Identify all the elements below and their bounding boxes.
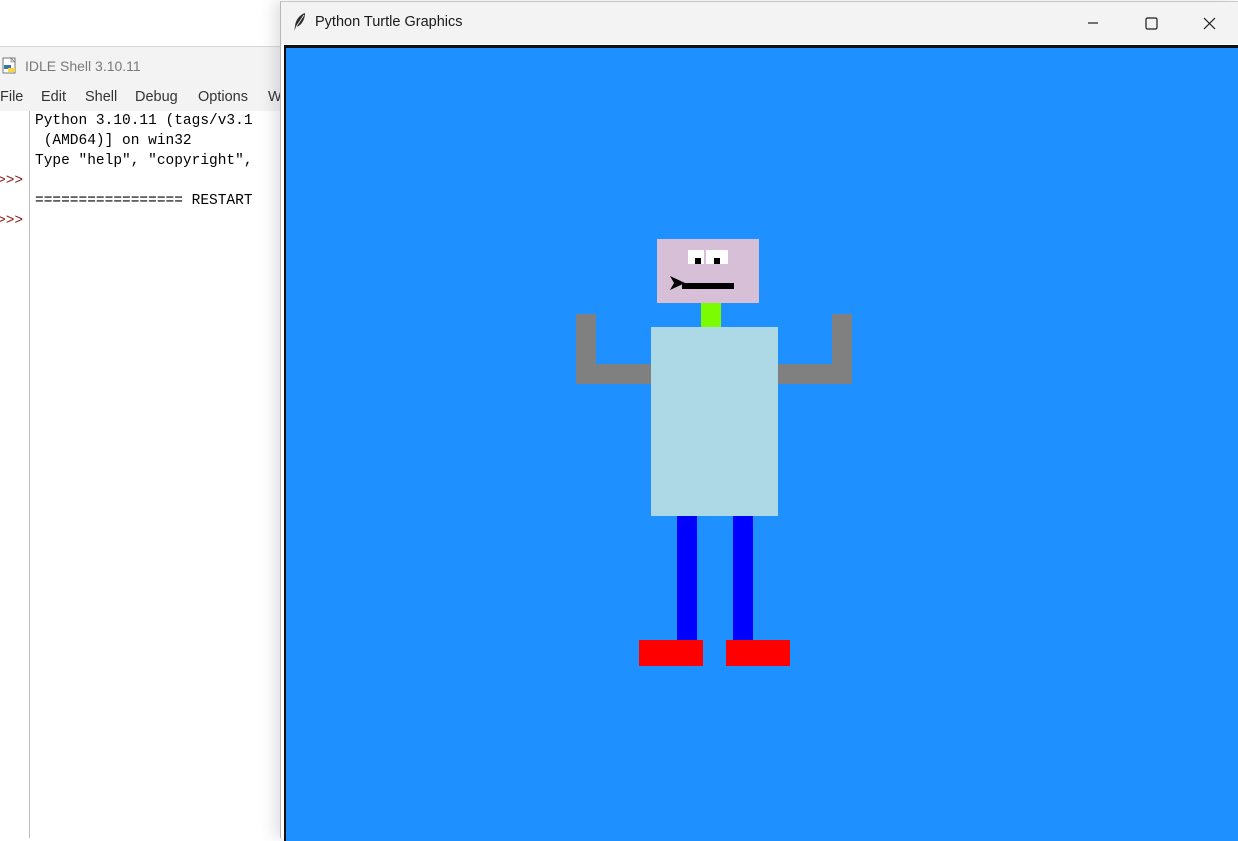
shell-prompt: >>> [0, 213, 24, 229]
menu-file[interactable]: File [0, 89, 23, 105]
robot-right-arm-lower [776, 364, 852, 384]
robot-left-foot [639, 640, 703, 666]
robot-left-arm-lower [576, 364, 653, 384]
robot-right-leg [733, 516, 753, 642]
shell-restart-line: ================= RESTART [35, 193, 253, 209]
prompt-gutter: >>> >>> [0, 111, 30, 838]
python-file-icon [2, 57, 16, 74]
shell-text-area[interactable]: >>> >>> Python 3.10.11 (tags/v3.1 (AMD64… [0, 111, 290, 838]
idle-titlebar[interactable]: IDLE Shell 3.10.11 [0, 47, 290, 85]
shell-prompt: >>> [0, 173, 24, 189]
robot-neck [701, 303, 721, 328]
robot-left-pupil [695, 258, 701, 264]
turtle-canvas[interactable] [284, 45, 1238, 841]
robot-right-pupil [714, 258, 720, 264]
menu-options[interactable]: Options [198, 89, 248, 105]
maximize-icon [1144, 16, 1158, 30]
robot-right-foot [726, 640, 790, 666]
idle-menubar: File Edit Shell Debug Options W [0, 85, 290, 111]
robot-head [657, 239, 759, 303]
menu-edit[interactable]: Edit [41, 89, 66, 105]
close-button[interactable] [1180, 2, 1238, 44]
minimize-icon [1088, 22, 1098, 24]
turtle-titlebar[interactable]: Python Turtle Graphics [281, 2, 1238, 44]
menu-shell[interactable]: Shell [85, 89, 117, 105]
turtle-cursor-shape [670, 276, 685, 290]
turtle-graphics-window: Python Turtle Graphics [280, 1, 1238, 841]
feather-icon [294, 13, 305, 31]
robot-left-leg [677, 516, 697, 642]
idle-window-title: IDLE Shell 3.10.11 [25, 58, 141, 74]
menu-debug[interactable]: Debug [135, 89, 178, 105]
idle-shell-window: IDLE Shell 3.10.11 File Edit Shell Debug… [0, 46, 290, 838]
close-icon [1203, 17, 1215, 29]
shell-output-line: Python 3.10.11 (tags/v3.1 [35, 113, 253, 129]
shell-output-line: Type "help", "copyright", [35, 153, 253, 169]
turtle-arrow-cursor-icon [670, 276, 685, 290]
maximize-button[interactable] [1122, 2, 1180, 44]
turtle-window-title: Python Turtle Graphics [315, 14, 463, 30]
robot-body [651, 327, 778, 516]
minimize-button[interactable] [1064, 2, 1122, 44]
shell-output-line: (AMD64)] on win32 [35, 133, 192, 149]
robot-mouth [682, 283, 734, 289]
